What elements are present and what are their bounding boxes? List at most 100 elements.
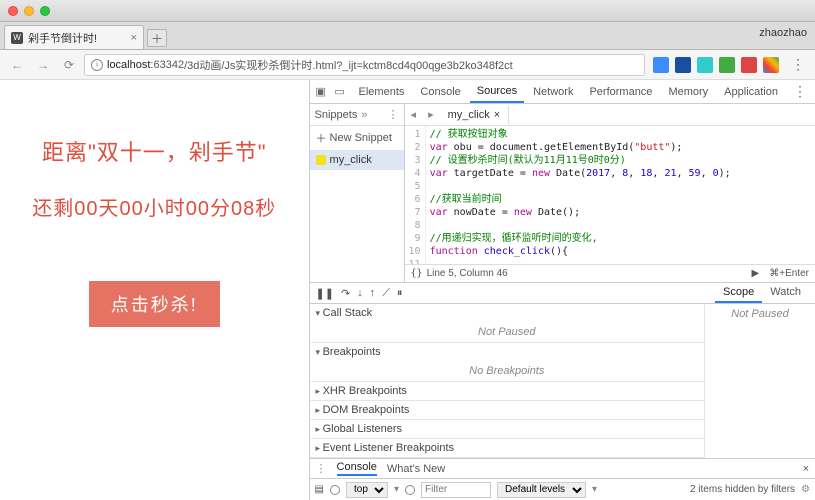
url-host: localhost xyxy=(107,59,150,71)
devtools-menu-button[interactable]: ⋮ xyxy=(789,83,811,100)
js-file-icon xyxy=(316,155,326,165)
file-nav-prev-icon[interactable]: ◂ xyxy=(405,108,423,121)
page-heading: 距离"双十一，剁手节" xyxy=(42,135,267,167)
window-minimize-button[interactable] xyxy=(24,6,34,16)
drawer-tab-whatsnew[interactable]: What's New xyxy=(387,463,445,475)
run-icon[interactable]: ▶ xyxy=(752,268,760,279)
pause-icon[interactable]: ❚❚ xyxy=(316,287,334,300)
hidden-count[interactable]: 2 items hidden by filters xyxy=(690,484,795,495)
browser-menu-button[interactable]: ⋮ xyxy=(787,56,809,73)
extensions-tray xyxy=(649,57,783,73)
tab-memory[interactable]: Memory xyxy=(661,82,715,102)
new-snippet-button[interactable]: ＋ New Snippet xyxy=(310,126,404,150)
file-tabbar: ◂ ▸ my_click × xyxy=(405,104,815,126)
section-event-bp[interactable]: Event Listener Breakpoints xyxy=(310,439,704,457)
window-maximize-button[interactable] xyxy=(40,6,50,16)
console-toolbar: ▤ top ▾ Default levels ▾ 2 items hidden … xyxy=(310,478,815,500)
pause-exceptions-icon[interactable]: ⏸ xyxy=(397,287,403,300)
editor-status: {} Line 5, Column 46 ▶ ⌘+Enter xyxy=(405,264,815,282)
browser-tab[interactable]: W 剁手节倒计时! × xyxy=(4,25,144,49)
console-settings-icon[interactable]: ⚙ xyxy=(801,484,810,495)
devtools-tabbar: ▣ ▭ Elements Console Sources Network Per… xyxy=(310,80,815,104)
profile-label[interactable]: zhaozhao xyxy=(759,27,807,39)
window-close-button[interactable] xyxy=(8,6,18,16)
url-path: /3d动画/Js实现秒杀倒计时.html?_ijt=kctm8cd4q00qge… xyxy=(184,57,513,73)
webpage-content: 距离"双十一，剁手节" 还剩00天00小时00分08秒 点击秒杀! xyxy=(0,80,309,500)
plus-icon: ＋ xyxy=(316,130,327,146)
section-breakpoints[interactable]: Breakpoints xyxy=(310,343,704,361)
snippets-sidebar: Snippets » ⋮ ＋ New Snippet my_click xyxy=(310,104,405,282)
step-out-icon[interactable]: ↑ xyxy=(370,287,376,299)
live-expr-icon[interactable] xyxy=(405,485,415,495)
line-gutter: 1234567891011121314151617181920212223242… xyxy=(405,126,426,264)
context-select[interactable]: top xyxy=(346,482,388,498)
extension-icon[interactable] xyxy=(719,57,735,73)
snippet-name: my_click xyxy=(330,154,372,166)
extension-icon[interactable] xyxy=(697,57,713,73)
extension-icon[interactable] xyxy=(763,57,779,73)
section-xhr[interactable]: XHR Breakpoints xyxy=(310,382,704,400)
tab-performance[interactable]: Performance xyxy=(582,82,659,102)
tab-application[interactable]: Application xyxy=(717,82,785,102)
debugger-controls: ❚❚ ↷ ↓ ↑ ⟋ ⏸ Scope Watch xyxy=(310,282,815,304)
debugger-sections: Call Stack Not Paused Breakpoints No Bre… xyxy=(310,304,815,458)
section-callstack[interactable]: Call Stack xyxy=(310,304,704,322)
nav-reload-button[interactable]: ⟳ xyxy=(58,54,80,76)
extension-icon[interactable] xyxy=(741,57,757,73)
console-sidebar-icon[interactable]: ▤ xyxy=(315,484,324,495)
drawer-close-icon[interactable]: × xyxy=(803,463,809,475)
window-titlebar xyxy=(0,0,815,22)
braces-icon[interactable]: {} xyxy=(411,268,423,279)
step-into-icon[interactable]: ↓ xyxy=(357,287,363,299)
editor-area: ◂ ▸ my_click × 1234567891011121314151617… xyxy=(405,104,815,282)
tab-network[interactable]: Network xyxy=(526,82,580,102)
chevrons-icon[interactable]: » xyxy=(361,109,367,121)
traffic-lights xyxy=(8,6,50,16)
toolbar: ← → ⟳ i localhost:63342/3d动画/Js实现秒杀倒计时.h… xyxy=(0,50,815,80)
clear-console-icon[interactable] xyxy=(330,485,340,495)
snippets-header[interactable]: Snippets » ⋮ xyxy=(310,104,404,126)
favicon-icon: W xyxy=(11,32,23,44)
nav-forward-button[interactable]: → xyxy=(32,54,54,76)
extension-icon[interactable] xyxy=(675,57,691,73)
cursor-position: Line 5, Column 46 xyxy=(427,268,508,279)
tab-sources[interactable]: Sources xyxy=(470,81,524,103)
section-dom-bp[interactable]: DOM Breakpoints xyxy=(310,401,704,419)
snippet-item[interactable]: my_click xyxy=(310,150,404,170)
countdown-text: 还剩00天00小时00分08秒 xyxy=(32,192,276,221)
scope-empty: Not Paused xyxy=(705,304,815,324)
url-port: :63342 xyxy=(150,59,184,71)
file-nav-next-icon[interactable]: ▸ xyxy=(422,108,440,121)
step-over-icon[interactable]: ↷ xyxy=(341,287,350,300)
browser-tabstrip: W 剁手节倒计时! × ＋ zhaozhao xyxy=(0,22,815,50)
inspect-icon[interactable]: ▣ xyxy=(314,85,328,99)
file-tab[interactable]: my_click × xyxy=(440,106,510,124)
drawer-tab-console[interactable]: Console xyxy=(337,461,377,476)
new-tab-button[interactable]: ＋ xyxy=(147,29,167,47)
deactivate-bp-icon[interactable]: ⟋ xyxy=(382,287,390,300)
tab-close-button[interactable]: × xyxy=(131,32,137,44)
filter-input[interactable] xyxy=(421,482,491,498)
levels-select[interactable]: Default levels xyxy=(497,482,586,498)
tab-scope[interactable]: Scope xyxy=(715,283,762,303)
code-editor[interactable]: 1234567891011121314151617181920212223242… xyxy=(405,126,815,264)
drawer-menu-icon[interactable]: ⋮ xyxy=(316,462,327,475)
code-content[interactable]: // 获取按钮对象 var obu = document.getElementB… xyxy=(426,126,815,264)
tab-title: 剁手节倒计时! xyxy=(28,30,97,46)
address-bar[interactable]: i localhost:63342/3d动画/Js实现秒杀倒计时.html?_i… xyxy=(84,54,645,76)
device-toggle-icon[interactable]: ▭ xyxy=(333,85,347,99)
devtools-panel: ▣ ▭ Elements Console Sources Network Per… xyxy=(309,80,815,500)
drawer-tabbar: ⋮ Console What's New × xyxy=(310,458,815,478)
close-icon[interactable]: × xyxy=(494,109,500,121)
section-global-listeners[interactable]: Global Listeners xyxy=(310,420,704,438)
tab-watch[interactable]: Watch xyxy=(762,283,809,303)
tab-console[interactable]: Console xyxy=(413,82,467,102)
snippets-more-icon[interactable]: ⋮ xyxy=(388,108,399,121)
tab-elements[interactable]: Elements xyxy=(352,82,412,102)
seckill-button[interactable]: 点击秒杀! xyxy=(89,281,220,327)
extension-icon[interactable] xyxy=(653,57,669,73)
file-tab-label: my_click xyxy=(448,109,490,121)
scope-tabs: Scope Watch xyxy=(715,283,809,303)
site-info-icon[interactable]: i xyxy=(91,59,103,71)
nav-back-button[interactable]: ← xyxy=(6,54,28,76)
